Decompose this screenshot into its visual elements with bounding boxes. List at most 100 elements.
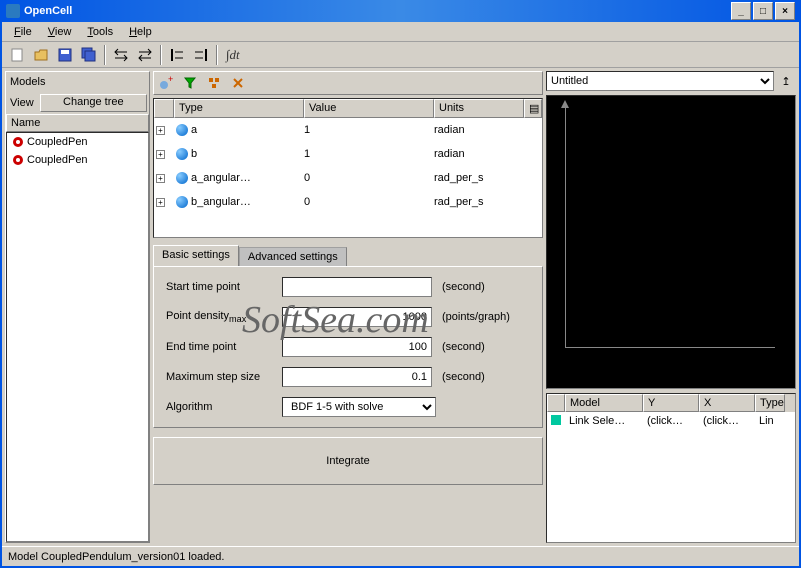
col-x[interactable]: X <box>699 394 755 412</box>
saveall-icon[interactable] <box>78 44 100 66</box>
menubar: File View Tools Help <box>2 22 799 42</box>
tree-node[interactable]: CoupledPen <box>7 133 148 151</box>
right-panel: Untitled ↥ Model Y X Type Link Sele… <box>546 71 796 543</box>
save-icon[interactable] <box>54 44 76 66</box>
status-text: Model CoupledPendulum_version01 loaded. <box>8 551 224 563</box>
integrate-button[interactable]: Integrate <box>153 437 543 485</box>
series-x[interactable]: (click… <box>699 414 755 429</box>
algorithm-select[interactable]: BDF 1-5 with solve <box>282 397 436 417</box>
filter-icon[interactable] <box>180 73 200 93</box>
add-var-icon[interactable]: + <box>156 73 176 93</box>
svg-text:+: + <box>168 76 173 84</box>
col-color[interactable] <box>547 394 565 412</box>
maxstep-unit: (second) <box>438 371 485 383</box>
expand-icon[interactable]: + <box>156 198 165 207</box>
start-time-label: Start time point <box>166 281 276 293</box>
swap-left-icon[interactable] <box>110 44 132 66</box>
table-row[interactable]: + a 1radian <box>154 118 542 142</box>
series-type: Lin <box>755 414 785 429</box>
name-column-header[interactable]: Name <box>6 114 149 132</box>
center-panel: + Type Value Units ▤ +a1radian+b1radian+… <box>153 71 543 543</box>
maxstep-input[interactable] <box>282 367 432 387</box>
var-icon <box>176 124 188 136</box>
app-icon <box>6 4 20 18</box>
statusbar: Model CoupledPendulum_version01 loaded. <box>2 546 799 566</box>
menu-view[interactable]: View <box>40 24 80 40</box>
toolbar: ∫dt <box>2 42 799 68</box>
var-value: 0 <box>304 196 434 208</box>
model-icon <box>11 135 25 149</box>
table-row[interactable]: +b_angular…0rad_per_s <box>154 190 542 214</box>
col-value[interactable]: Value <box>304 99 434 118</box>
extend-left-icon[interactable] <box>166 44 188 66</box>
maxstep-label: Maximum step size <box>166 371 276 383</box>
start-time-unit: (second) <box>438 281 485 293</box>
series-model: Link Sele… <box>565 414 643 429</box>
close-button[interactable]: × <box>775 2 795 20</box>
algorithm-label: Algorithm <box>166 401 276 413</box>
change-tree-button[interactable]: Change tree <box>40 94 147 112</box>
integrate-label: ∫dt <box>222 47 244 63</box>
table-row[interactable]: +b1radian <box>154 142 542 166</box>
density-unit: (points/graph) <box>438 311 510 323</box>
series-y[interactable]: (click… <box>643 414 699 429</box>
var-icon <box>176 196 188 208</box>
end-time-unit: (second) <box>438 341 485 353</box>
model-tree[interactable]: CoupledPen CoupledPen <box>6 132 149 542</box>
density-label: Point densitymax <box>166 310 276 324</box>
table-row[interactable]: + a_angular… 0rad_per_s <box>154 166 542 190</box>
center-toolbar: + <box>153 71 543 95</box>
graph-add-icon[interactable]: ↥ <box>776 71 796 91</box>
swap-right-icon[interactable] <box>134 44 156 66</box>
density-input[interactable] <box>282 307 432 327</box>
struct-icon[interactable] <box>204 73 224 93</box>
view-label: View <box>8 95 36 111</box>
settings-section: Basic settings Advanced settings Start t… <box>153 241 543 428</box>
list-row[interactable]: Link Sele… (click… (click… Lin <box>547 412 795 431</box>
var-icon <box>176 172 188 184</box>
tab-basic[interactable]: Basic settings <box>153 245 239 266</box>
var-value: 1 <box>304 124 434 136</box>
cross-icon[interactable] <box>228 73 248 93</box>
var-units: radian <box>434 124 542 136</box>
var-name: a <box>191 124 197 136</box>
extend-right-icon[interactable] <box>190 44 212 66</box>
series-color-swatch <box>551 415 561 425</box>
var-units: rad_per_s <box>434 172 542 184</box>
graph-select[interactable]: Untitled <box>546 71 774 91</box>
var-value: 1 <box>304 148 434 160</box>
graph-canvas[interactable] <box>546 95 796 389</box>
var-icon <box>176 148 188 160</box>
col-model[interactable]: Model <box>565 394 643 412</box>
col-menu-icon[interactable]: ▤ <box>524 99 542 118</box>
minimize-button[interactable]: _ <box>731 2 751 20</box>
menu-help[interactable]: Help <box>121 24 160 40</box>
tab-advanced[interactable]: Advanced settings <box>239 247 347 266</box>
menu-tools[interactable]: Tools <box>79 24 121 40</box>
menu-file[interactable]: File <box>6 24 40 40</box>
titlebar: OpenCell _ □ × <box>2 0 799 22</box>
expand-icon[interactable]: + <box>156 126 165 135</box>
open-icon[interactable] <box>30 44 52 66</box>
models-panel: Models View Change tree Name CoupledPen … <box>5 71 150 543</box>
var-name: a_angular… <box>191 172 251 184</box>
start-time-input[interactable] <box>282 277 432 297</box>
models-label: Models <box>8 74 47 90</box>
maximize-button[interactable]: □ <box>753 2 773 20</box>
app-window: OpenCell _ □ × File View Tools Help ∫dt … <box>0 0 801 568</box>
col-expand[interactable] <box>154 99 174 118</box>
var-name: b <box>191 148 197 160</box>
col-y[interactable]: Y <box>643 394 699 412</box>
col-type2[interactable]: Type <box>755 394 785 412</box>
app-title: OpenCell <box>24 5 731 17</box>
var-value: 0 <box>304 172 434 184</box>
expand-icon[interactable]: + <box>156 150 165 159</box>
expand-icon[interactable]: + <box>156 174 165 183</box>
tree-node[interactable]: CoupledPen <box>7 151 148 169</box>
var-name: b_angular… <box>191 196 251 208</box>
y-axis <box>565 106 566 348</box>
end-time-input[interactable] <box>282 337 432 357</box>
col-type[interactable]: Type <box>174 99 304 118</box>
new-icon[interactable] <box>6 44 28 66</box>
col-units[interactable]: Units <box>434 99 524 118</box>
